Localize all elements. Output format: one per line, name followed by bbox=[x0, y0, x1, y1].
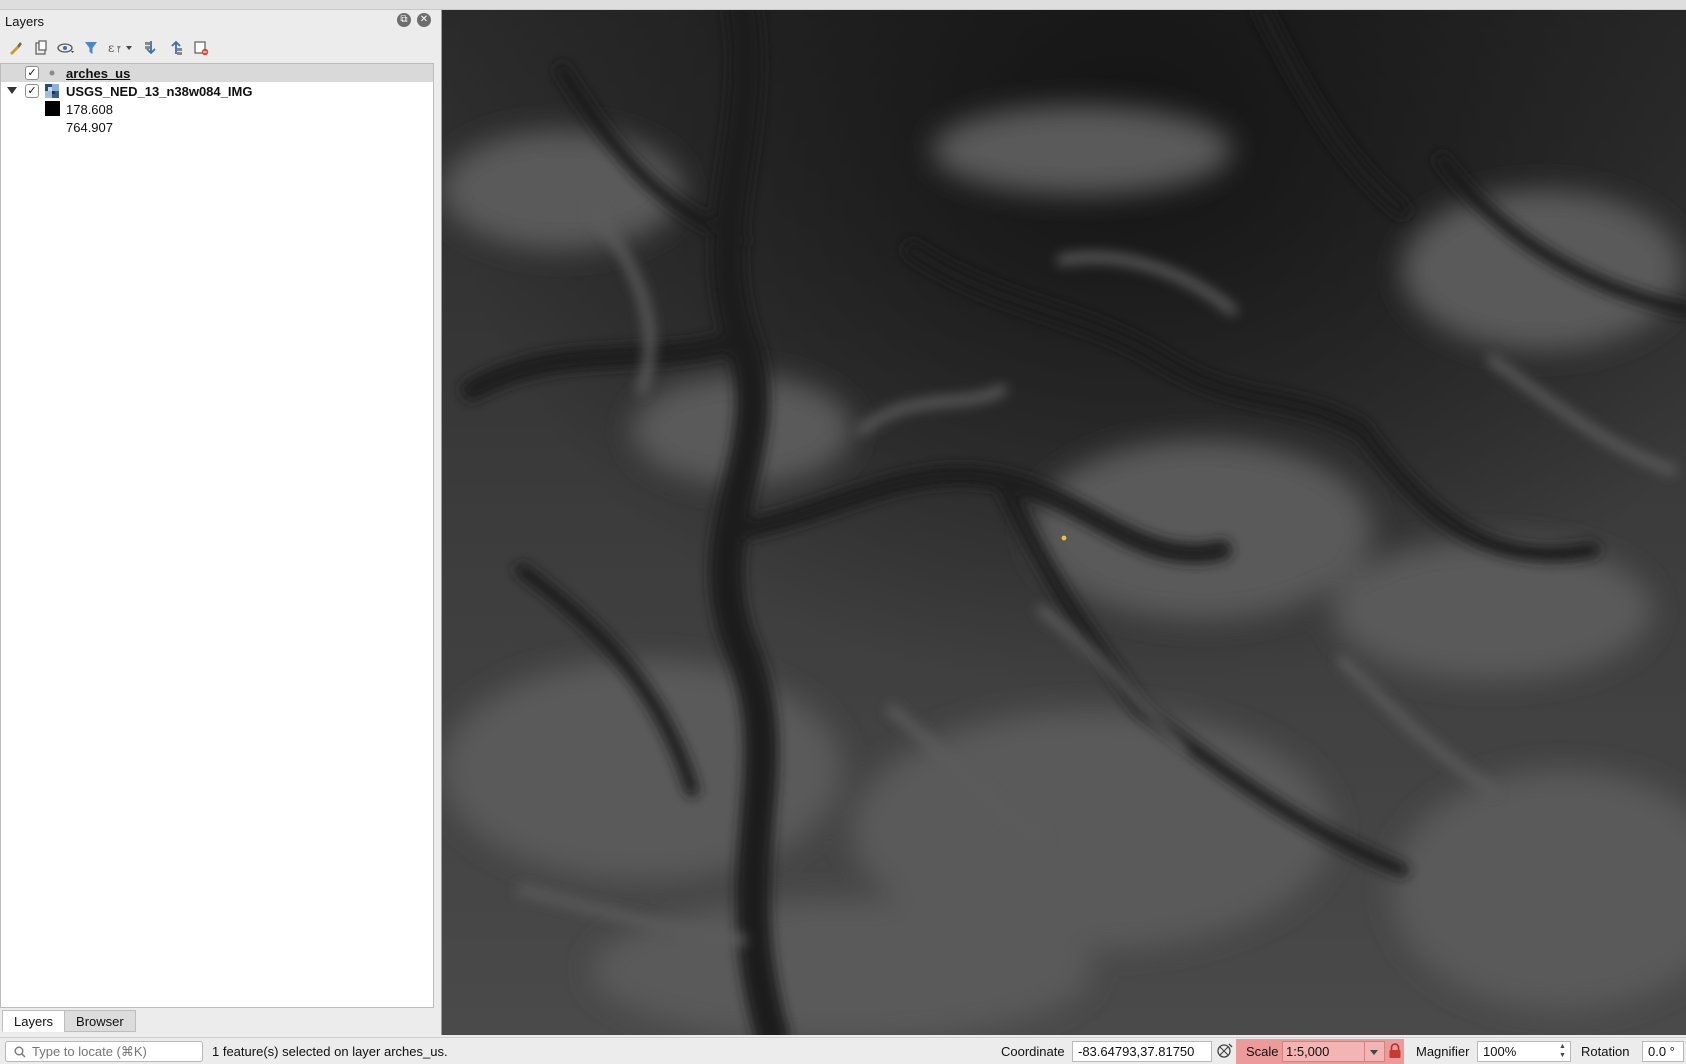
collapse-all-icon[interactable] bbox=[166, 38, 186, 58]
expand-all-icon[interactable] bbox=[141, 38, 161, 58]
scale-label: Scale bbox=[1246, 1044, 1279, 1059]
filter-expression-icon[interactable]: ε bbox=[106, 38, 136, 58]
add-group-icon[interactable] bbox=[31, 38, 51, 58]
expand-caret-icon[interactable] bbox=[7, 87, 17, 94]
svg-text:ε: ε bbox=[108, 41, 114, 55]
magnifier-spinner[interactable]: ▲ ▼ bbox=[1556, 1042, 1569, 1061]
float-panel-icon[interactable]: ⧉ bbox=[397, 13, 411, 27]
legend-min-value: 178.608 bbox=[66, 102, 113, 117]
layers-toolbar: ε bbox=[6, 37, 211, 59]
scale-field[interactable]: 1:5,000 bbox=[1282, 1041, 1365, 1062]
legend-max-row: 764.907 bbox=[1, 118, 433, 136]
layer-visibility-checkbox[interactable]: ✓ bbox=[25, 66, 39, 80]
status-bar: 1 feature(s) selected on layer arches_us… bbox=[0, 1037, 1686, 1064]
dock-tabs: Layers Browser bbox=[2, 1010, 136, 1032]
layer-name: USGS_NED_13_n38w084_IMG bbox=[66, 84, 253, 99]
locator-input[interactable] bbox=[32, 1044, 198, 1059]
point-layer-icon bbox=[45, 66, 59, 80]
legend-max-value: 764.907 bbox=[66, 120, 113, 135]
remove-layer-icon[interactable] bbox=[191, 38, 211, 58]
coordinate-field[interactable]: -83.64793,37.81750 bbox=[1072, 1041, 1212, 1062]
legend-min-row: 178.608 bbox=[1, 100, 433, 118]
rotation-label: Rotation bbox=[1581, 1044, 1630, 1059]
scale-dropdown-button[interactable] bbox=[1365, 1041, 1385, 1062]
tab-layers[interactable]: Layers bbox=[2, 1010, 66, 1032]
close-panel-icon[interactable]: ✕ bbox=[417, 13, 431, 27]
search-icon bbox=[14, 1046, 26, 1061]
tab-browser[interactable]: Browser bbox=[64, 1010, 136, 1032]
lock-scale-icon[interactable] bbox=[1388, 1043, 1402, 1059]
layer-row-usgs-ned[interactable]: ✓ USGS_NED_13_n38w084_IMG bbox=[1, 82, 433, 100]
filter-legend-icon[interactable] bbox=[81, 38, 101, 58]
manage-visibility-icon[interactable] bbox=[56, 38, 76, 58]
layers-panel: Layers ⧉ ✕ ε ✓ arches_us ✓ USGS_NED_13_n… bbox=[0, 10, 437, 1032]
layer-name: arches_us bbox=[66, 66, 131, 81]
main-toolbar-strip bbox=[0, 0, 1686, 10]
toggle-extents-icon[interactable] bbox=[1216, 1042, 1234, 1060]
map-canvas[interactable] bbox=[441, 10, 1686, 1035]
selected-feature-point bbox=[1061, 535, 1067, 541]
raster-layer-icon bbox=[45, 84, 59, 98]
legend-black-swatch bbox=[45, 101, 60, 116]
magnifier-label: Magnifier bbox=[1416, 1044, 1470, 1059]
coordinate-label: Coordinate bbox=[1001, 1044, 1065, 1059]
panel-title: Layers bbox=[5, 14, 45, 29]
layer-visibility-checkbox[interactable]: ✓ bbox=[25, 84, 39, 98]
locator-box[interactable] bbox=[5, 1041, 203, 1062]
scale-widget: Scale 1:5,000 bbox=[1236, 1039, 1404, 1064]
style-manager-icon[interactable] bbox=[6, 38, 26, 58]
layer-row-arches-us[interactable]: ✓ arches_us bbox=[1, 64, 433, 82]
rotation-field[interactable]: 0.0 ° bbox=[1642, 1041, 1684, 1062]
layer-tree: ✓ arches_us ✓ USGS_NED_13_n38w084_IMG 17… bbox=[0, 63, 434, 1008]
status-message: 1 feature(s) selected on layer arches_us… bbox=[212, 1044, 448, 1059]
elevation-raster bbox=[442, 10, 1686, 1035]
